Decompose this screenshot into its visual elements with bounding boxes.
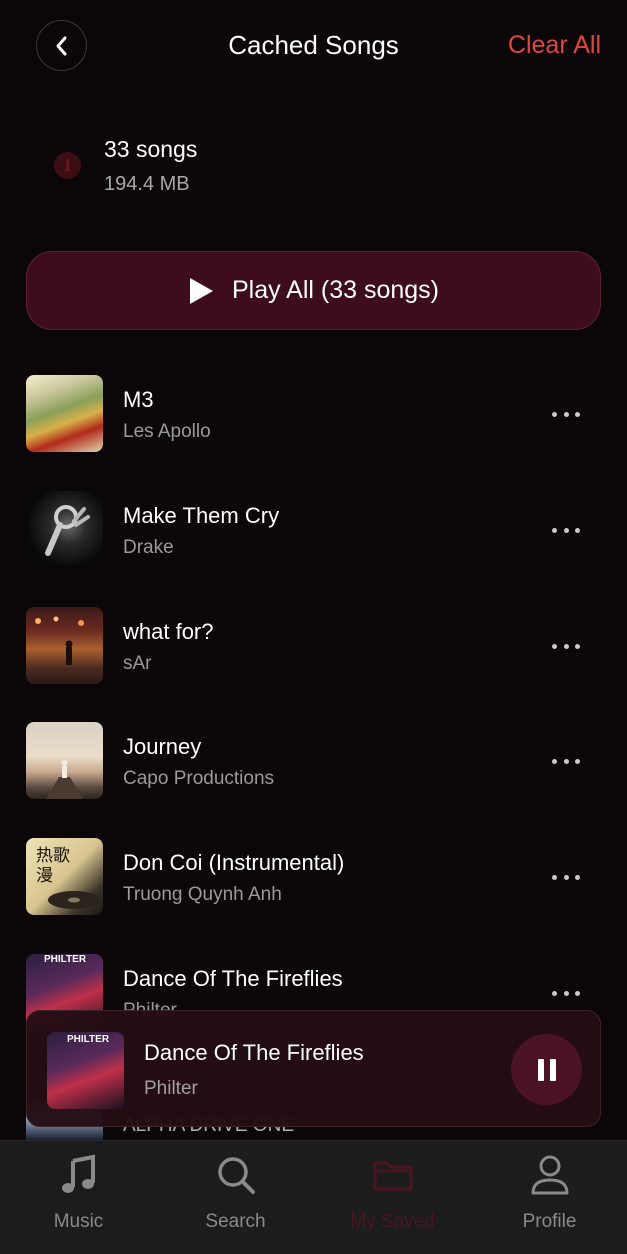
music-note-icon	[61, 1154, 95, 1193]
song-artist: Truong Quynh Anh	[123, 884, 282, 905]
more-options-icon[interactable]	[552, 409, 580, 419]
folder-icon	[373, 1161, 412, 1191]
more-options-icon[interactable]	[552, 641, 580, 651]
album-cover	[26, 491, 103, 568]
play-all-button[interactable]: Play All (33 songs)	[26, 251, 601, 330]
song-row[interactable]: Make Them Cry Drake	[0, 491, 627, 607]
tab-label: Search	[205, 1211, 266, 1232]
song-title: M3	[123, 387, 154, 412]
hand-gesture-image	[45, 505, 90, 556]
tab-search[interactable]: Search	[157, 1141, 314, 1254]
tab-music[interactable]: Music	[0, 1141, 157, 1254]
pause-button[interactable]	[511, 1034, 582, 1105]
now-playing-artist: Philter	[144, 1078, 198, 1099]
more-options-icon[interactable]	[552, 872, 580, 882]
clear-all-button[interactable]: Clear All	[508, 31, 601, 60]
tab-profile[interactable]: Profile	[471, 1141, 627, 1254]
now-playing-title: Dance Of The Fireflies	[144, 1040, 364, 1065]
tab-saved[interactable]: My Saved	[314, 1141, 471, 1254]
more-options-icon[interactable]	[552, 525, 580, 535]
song-row[interactable]: what for? sAr	[0, 607, 627, 723]
play-icon	[189, 277, 213, 304]
street-silhouette-image	[35, 616, 84, 665]
album-cover	[26, 375, 103, 452]
header: Cached Songs Clear All	[0, 0, 627, 95]
song-artist: sAr	[123, 653, 152, 674]
cached-songs-screen: Cached Songs Clear All i 33 songs 194.4 …	[0, 0, 627, 1254]
song-title: Don Coi (Instrumental)	[123, 850, 345, 875]
more-options-icon[interactable]	[552, 988, 580, 998]
song-artist: Les Apollo	[123, 421, 211, 442]
song-artist: Drake	[123, 537, 174, 558]
play-all-label: Play All (33 songs)	[231, 276, 440, 304]
song-title: Journey	[123, 734, 202, 759]
song-row[interactable]: 热歌 漫 Don Coi (Instrumental) Truong Quynh…	[0, 838, 627, 954]
turntable-image	[48, 891, 100, 909]
album-cover	[26, 607, 103, 684]
person-icon	[531, 1155, 568, 1195]
more-options-icon[interactable]	[552, 756, 580, 766]
song-title: Dance Of The Fireflies	[123, 966, 343, 991]
song-title: what for?	[123, 619, 214, 644]
song-count: 33 songs	[104, 136, 198, 162]
song-title: Make Them Cry	[123, 503, 280, 528]
album-cover-text: PHILTER	[67, 1034, 110, 1045]
info-icon: i	[54, 152, 81, 179]
pause-icon	[537, 1058, 544, 1081]
album-cover	[26, 722, 103, 799]
cache-size: 194.4 MB	[104, 173, 190, 195]
album-cover-text: PHILTER	[44, 954, 87, 965]
pier-figure-image	[46, 760, 83, 799]
album-cover: 热歌 漫	[26, 838, 103, 915]
mini-player[interactable]: PHILTER Dance Of The Fireflies Philter	[26, 1010, 601, 1127]
song-row[interactable]: M3 Les Apollo	[0, 375, 627, 491]
search-icon	[217, 1157, 255, 1194]
song-artist: Capo Productions	[123, 768, 275, 789]
now-playing-cover: PHILTER	[47, 1032, 124, 1109]
song-row[interactable]: Journey Capo Productions	[0, 722, 627, 838]
tab-label: Profile	[522, 1211, 577, 1232]
tab-bar: Music Search My Saved Profile	[0, 1140, 627, 1254]
tab-label: Music	[53, 1211, 104, 1232]
tab-label: My Saved	[350, 1211, 435, 1232]
